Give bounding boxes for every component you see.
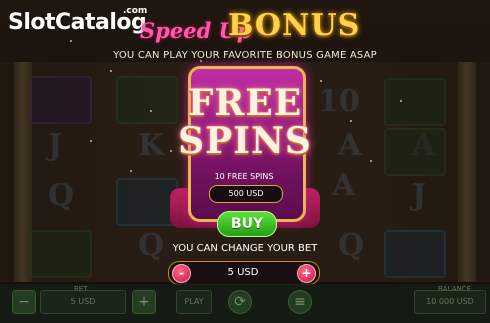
free-spins-title-line2: SPINS bbox=[178, 120, 312, 162]
spin-icon[interactable]: ⟳ bbox=[228, 290, 252, 314]
game-stage: J K A 10 A A Q Q J Q SlotCatalog .com Sp… bbox=[0, 0, 490, 323]
logo-part1: Slot bbox=[8, 10, 56, 35]
bonus-title: BONUS bbox=[228, 8, 361, 43]
logo-suffix: .com bbox=[123, 6, 148, 16]
bet-value: 5 USD bbox=[227, 267, 259, 278]
autoplay-label: PLAY bbox=[184, 297, 204, 306]
free-spins-title-line1: FREE bbox=[187, 82, 303, 124]
autoplay-box[interactable]: PLAY bbox=[176, 290, 212, 314]
buy-button[interactable]: BUY bbox=[217, 211, 277, 237]
balance-value: 10 000 USD bbox=[414, 290, 486, 314]
menu-icon[interactable]: ≡ bbox=[288, 290, 312, 314]
bet-decrease-button[interactable]: - bbox=[172, 264, 191, 283]
bonus-subtitle: YOU CAN PLAY YOUR FAVORITE BONUS GAME AS… bbox=[113, 50, 377, 61]
plus-icon[interactable]: + bbox=[132, 290, 156, 314]
minus-icon[interactable]: − bbox=[12, 290, 36, 314]
bottom-bet-value: 5 USD bbox=[40, 290, 126, 314]
free-spins-title: FREE SPINS bbox=[160, 84, 330, 160]
spins-count-label: 10 FREE SPINS bbox=[214, 172, 274, 181]
change-bet-label: YOU CAN CHANGE YOUR BET bbox=[172, 243, 318, 254]
bet-increase-button[interactable]: + bbox=[297, 264, 316, 283]
price-label: 500 USD bbox=[209, 185, 283, 203]
